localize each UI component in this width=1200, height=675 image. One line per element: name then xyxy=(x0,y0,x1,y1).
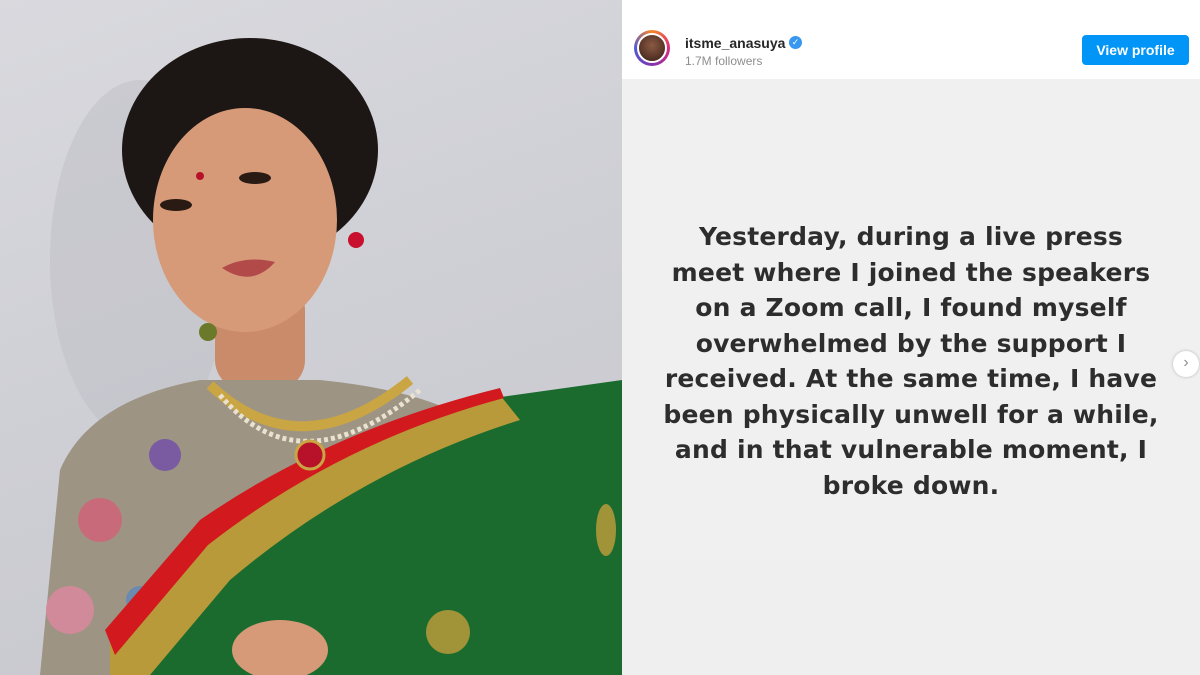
embed-top-border xyxy=(622,0,1200,21)
instagram-embed: itsme_anasuya ✓ 1.7M followers View prof… xyxy=(622,0,1200,675)
portrait-photo xyxy=(0,0,622,675)
followers-count: 1.7M followers xyxy=(685,54,763,68)
avatar-icon[interactable] xyxy=(634,30,670,66)
portrait-illustration xyxy=(40,38,622,675)
verified-badge-icon: ✓ xyxy=(789,36,802,49)
post-header: itsme_anasuya ✓ 1.7M followers View prof… xyxy=(622,20,1200,79)
view-profile-button[interactable]: View profile xyxy=(1082,35,1189,65)
avatar-photo xyxy=(637,33,667,63)
next-arrow-icon[interactable]: › xyxy=(1173,351,1199,377)
username[interactable]: itsme_anasuya xyxy=(685,35,785,51)
post-footer xyxy=(622,559,1200,675)
post-text: Yesterday, during a live press meet wher… xyxy=(663,222,1159,500)
post-image[interactable]: Yesterday, during a live press meet wher… xyxy=(622,79,1200,559)
